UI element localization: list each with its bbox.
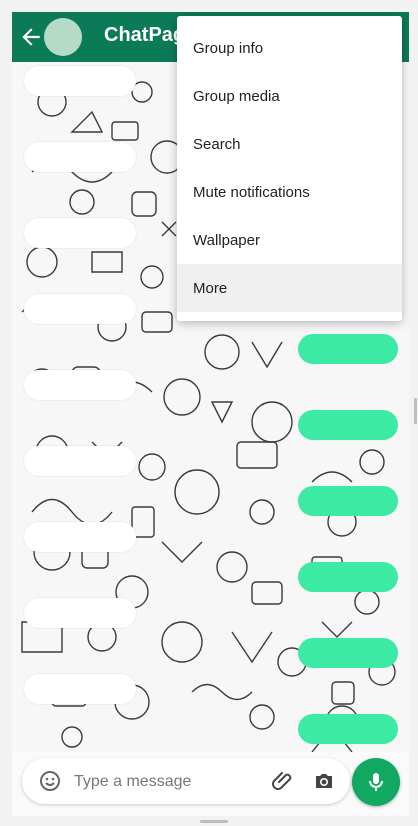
message-composer [22,758,350,804]
menu-item-group-media[interactable]: Group media [177,72,402,120]
menu-item-group-info[interactable]: Group info [177,24,402,72]
menu-item-search[interactable]: Search [177,120,402,168]
chat-screen: ChatPage Type a message Group info Group… [12,12,409,816]
outgoing-message-bubble[interactable] [298,334,398,364]
outgoing-message-bubble[interactable] [298,714,398,744]
menu-item-wallpaper[interactable]: Wallpaper [177,216,402,264]
outgoing-message-bubble[interactable] [298,486,398,516]
outgoing-message-bubble[interactable] [298,562,398,592]
menu-item-more[interactable]: More [177,264,402,312]
incoming-message-bubble[interactable] [24,370,136,400]
menu-padding [177,16,402,24]
incoming-message-bubble[interactable] [24,142,136,172]
outgoing-message-bubble[interactable] [298,410,398,440]
incoming-message-bubble[interactable] [24,598,136,628]
camera-icon[interactable] [312,769,336,793]
mic-button[interactable] [352,758,400,806]
incoming-message-bubble[interactable] [24,674,136,704]
incoming-message-bubble[interactable] [24,294,136,324]
mic-icon [369,773,383,791]
paperclip-icon[interactable] [272,769,296,793]
overflow-menu: Group info Group media Search Mute notif… [177,16,402,321]
scrollbar[interactable] [414,398,417,424]
menu-item-mute-notifications[interactable]: Mute notifications [177,168,402,216]
emoji-icon[interactable] [38,769,62,793]
home-indicator [200,820,228,823]
incoming-message-bubble[interactable] [24,66,136,96]
message-input[interactable] [72,766,266,798]
arrow-left-icon[interactable] [18,24,44,50]
avatar[interactable] [44,18,82,56]
incoming-message-bubble[interactable] [24,446,136,476]
incoming-message-bubble[interactable] [24,218,136,248]
incoming-message-bubble[interactable] [24,522,136,552]
outgoing-message-bubble[interactable] [298,638,398,668]
